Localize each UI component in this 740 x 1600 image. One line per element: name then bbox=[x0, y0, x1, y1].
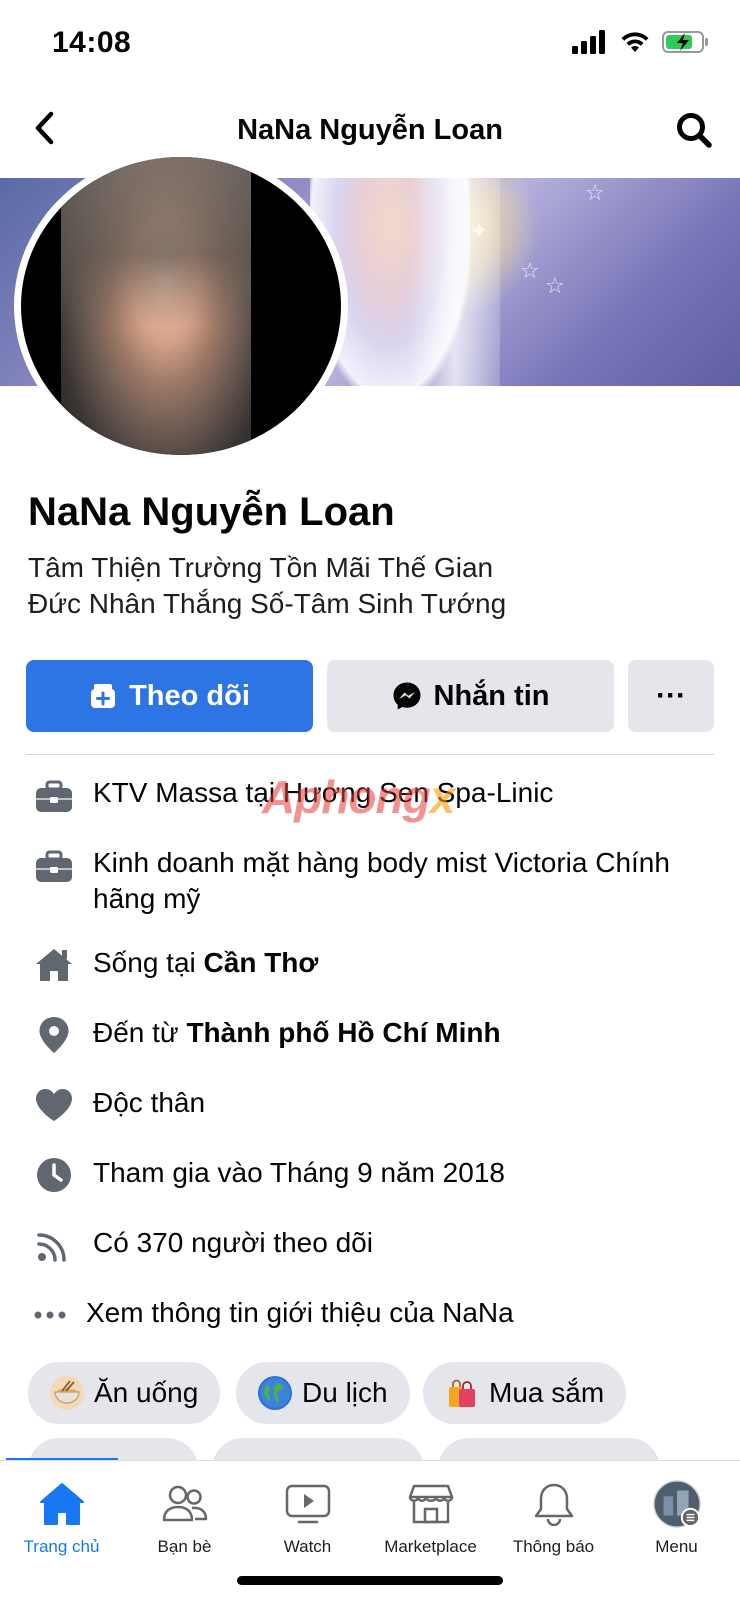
hobby-chip[interactable]: Du lịch bbox=[236, 1362, 410, 1424]
avatar-hair bbox=[61, 157, 251, 327]
message-button[interactable]: Nhắn tin bbox=[327, 660, 614, 732]
from-text: Đến từ Thành phố Hồ Chí Minh bbox=[93, 1015, 713, 1051]
follow-label: Theo dõi bbox=[129, 679, 250, 712]
home-indicator bbox=[237, 1576, 503, 1585]
menu-avatar-icon bbox=[652, 1479, 702, 1529]
more-options-button[interactable]: ··· bbox=[628, 660, 714, 732]
friends-icon bbox=[160, 1479, 210, 1529]
tab-home[interactable]: Trang chủ bbox=[0, 1479, 123, 1557]
hobby-chip[interactable]: Ăn uống bbox=[28, 1362, 221, 1424]
tab-label: Menu bbox=[655, 1537, 698, 1556]
hobby-label: Mua sắm bbox=[489, 1377, 605, 1408]
tab-label: Marketplace bbox=[384, 1537, 477, 1556]
follow-button[interactable]: Theo dõi bbox=[26, 660, 313, 732]
shopping-bags-icon bbox=[445, 1376, 479, 1410]
star-icon: ✦ bbox=[470, 218, 489, 243]
messenger-icon bbox=[393, 682, 420, 710]
globe-icon bbox=[258, 1376, 292, 1410]
tab-notifications[interactable]: Thông báo bbox=[492, 1479, 615, 1557]
hobby-label: Ăn uống bbox=[94, 1377, 199, 1408]
status-icons bbox=[572, 30, 710, 54]
from-prefix: Đến từ bbox=[93, 1017, 187, 1048]
followers-text: Có 370 người theo dõi bbox=[93, 1227, 373, 1258]
briefcase-icon bbox=[34, 847, 74, 887]
see-about-text[interactable]: Xem thông tin giới thiệu của NaNa bbox=[86, 1295, 706, 1331]
profile-actions: Theo dõi Nhắn tin ··· bbox=[26, 660, 714, 732]
ellipsis-icon bbox=[30, 1295, 70, 1335]
more-label: ··· bbox=[656, 679, 686, 712]
home-icon bbox=[34, 945, 74, 985]
tab-menu[interactable]: Menu bbox=[615, 1479, 738, 1557]
star-icon: ☆ bbox=[520, 258, 540, 283]
lives-text: Sống tại Cần Thơ bbox=[93, 945, 713, 981]
search-button[interactable] bbox=[672, 108, 716, 152]
battery-charging-icon bbox=[662, 31, 708, 53]
bio-line: Tâm Thiện Trường Tồn Mãi Thế Gian bbox=[28, 552, 494, 583]
tab-label: Thông báo bbox=[512, 1537, 595, 1556]
relationship-text: Độc thân bbox=[93, 1087, 206, 1118]
noodle-bowl-icon bbox=[50, 1376, 84, 1410]
briefcase-icon bbox=[34, 777, 74, 817]
lives-prefix: Sống tại bbox=[93, 947, 204, 978]
hobby-label: Du lịch bbox=[302, 1377, 388, 1408]
heart-icon bbox=[34, 1085, 74, 1125]
status-time: 14:08 bbox=[52, 26, 132, 59]
search-icon bbox=[677, 113, 712, 148]
wifi-icon bbox=[621, 32, 649, 52]
tab-label: Watch bbox=[283, 1537, 332, 1556]
follow-icon bbox=[91, 684, 116, 708]
status-bar: 14:08 bbox=[0, 0, 740, 90]
tab-label: Bạn bè bbox=[157, 1537, 212, 1556]
marketplace-icon bbox=[406, 1479, 456, 1529]
section-divider bbox=[26, 754, 714, 755]
profile-avatar[interactable] bbox=[14, 150, 348, 462]
tab-label: Trang chủ bbox=[23, 1537, 100, 1556]
work-text: Kinh doanh mặt hàng body mist Victoria C… bbox=[93, 847, 670, 914]
clock-icon bbox=[34, 1155, 74, 1195]
tab-friends[interactable]: Bạn bè bbox=[123, 1479, 246, 1557]
joined-text: Tham gia vào Tháng 9 năm 2018 bbox=[93, 1157, 505, 1188]
star-icon: ☆ bbox=[545, 273, 565, 298]
watch-icon bbox=[283, 1479, 333, 1529]
location-pin-icon bbox=[34, 1015, 74, 1055]
from-place[interactable]: Thành phố Hồ Chí Minh bbox=[186, 1017, 500, 1048]
bell-icon bbox=[529, 1479, 579, 1529]
hobby-chip[interactable]: Mua sắm bbox=[423, 1362, 627, 1424]
lives-place[interactable]: Cần Thơ bbox=[204, 947, 319, 978]
work-text: KTV Massa tại Hương Sen Spa-Linic bbox=[93, 777, 554, 808]
profile-bio: Tâm Thiện Trường Tồn Mãi Thế Gian Đức Nh… bbox=[28, 550, 506, 622]
nav-title: NaNa Nguyễn Loan bbox=[237, 114, 503, 146]
tab-watch[interactable]: Watch bbox=[246, 1479, 369, 1557]
home-icon bbox=[37, 1479, 87, 1529]
bio-line: Đức Nhân Thắng Số-Tâm Sinh Tướng bbox=[28, 588, 507, 619]
cover-veil bbox=[410, 178, 500, 386]
message-label: Nhắn tin bbox=[433, 679, 550, 712]
star-icon: ☆ bbox=[585, 180, 605, 205]
profile-name: NaNa Nguyễn Loan bbox=[28, 490, 395, 534]
tab-marketplace[interactable]: Marketplace bbox=[369, 1479, 492, 1557]
cellular-signal-icon bbox=[572, 30, 605, 54]
rss-icon bbox=[34, 1225, 74, 1265]
